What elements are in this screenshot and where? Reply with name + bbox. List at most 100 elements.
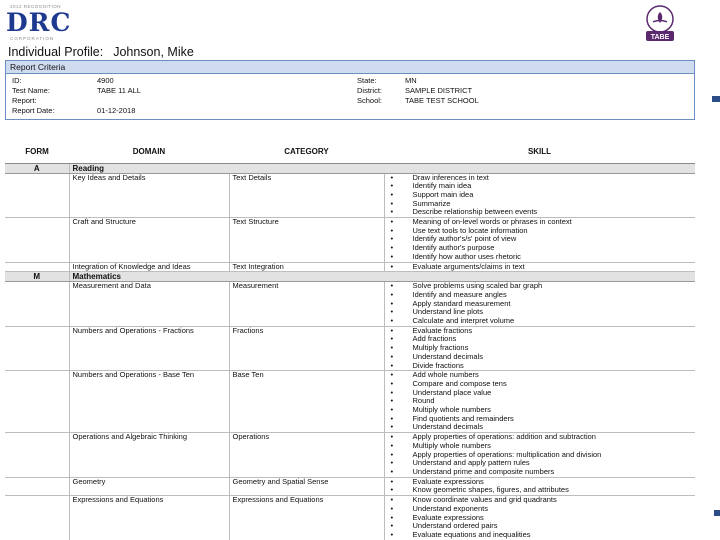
skill-list: Add whole numbersCompare and compose ten… — [388, 371, 693, 432]
skill-item: Understand decimals — [388, 423, 693, 432]
column-header-skill: SKILL — [384, 140, 695, 164]
criteria-row: District: SAMPLE DISTRICT — [357, 86, 479, 96]
criteria-value: TABE TEST SCHOOL — [405, 96, 479, 105]
criteria-value: 01-12-2018 — [97, 106, 136, 115]
form-cell — [5, 432, 70, 478]
criteria-value: 4900 — [97, 76, 114, 85]
side-decoration-bottom — [714, 510, 720, 516]
skill-list: Draw inferences in textIdentify main ide… — [388, 173, 693, 218]
form-cell — [5, 217, 70, 263]
category-cell: Base Ten — [229, 370, 385, 434]
criteria-label: Test Name: — [12, 86, 50, 95]
form-cell — [5, 281, 70, 327]
domain-cell: Expressions and Equations — [69, 495, 230, 540]
logo-subtitle: CORPORATION — [10, 36, 55, 41]
skill-list: Evaluate arguments/claims in text — [388, 262, 693, 272]
criteria-label: State: — [357, 76, 377, 85]
table-header-row: FORM DOMAIN CATEGORY SKILL — [5, 140, 695, 164]
skills-table: FORM DOMAIN CATEGORY SKILL A Reading Key I… — [5, 140, 695, 540]
skill-list: Solve problems using scaled bar graphIde… — [388, 282, 693, 326]
skill-cell: Evaluate expressionsKnow geometric shape… — [384, 477, 695, 497]
domain-cell: Measurement and Data — [69, 281, 230, 327]
skill-cell: Know coordinate values and grid quadrant… — [384, 495, 695, 540]
criteria-right-column: State: MN District: SAMPLE DISTRICT School: T… — [357, 76, 479, 106]
criteria-label: District: — [357, 86, 382, 95]
skill-list: Apply properties of operations: addition… — [388, 432, 693, 477]
table-row: Key Ideas and DetailsText DetailsDraw in… — [5, 173, 695, 219]
section-form: M — [5, 271, 70, 283]
category-cell: Fractions — [229, 326, 385, 372]
category-cell: Operations — [229, 432, 385, 478]
skill-cell: Evaluate fractionsAdd fractionsMultiply … — [384, 326, 695, 372]
skill-item: Evaluate equations and inequalities — [388, 530, 693, 540]
domain-cell: Numbers and Operations - Base Ten — [69, 370, 230, 434]
criteria-label: ID: — [12, 76, 22, 85]
skill-cell: Solve problems using scaled bar graphIde… — [384, 282, 695, 327]
form-cell — [5, 477, 70, 497]
skill-item: Understand prime and composite numbers — [388, 467, 693, 477]
skill-list: Know coordinate values and grid quadrant… — [388, 495, 693, 540]
criteria-row: Report: — [12, 96, 141, 106]
domain-cell: Numbers and Operations - Fractions — [69, 326, 230, 372]
section-form: A — [5, 163, 70, 174]
table-row: Integration of Knowledge and Ideas Text I… — [5, 262, 695, 273]
form-cell — [5, 326, 70, 372]
domain-cell: Geometry — [69, 477, 230, 497]
skill-item: Describe relationship between events — [388, 208, 693, 217]
category-cell: Text Structure — [229, 217, 385, 263]
criteria-row: Report Date: 01-12-2018 — [12, 106, 141, 116]
skill-item: Know geometric shapes, figures, and attr… — [388, 486, 693, 495]
criteria-value: TABE 11 ALL — [97, 86, 141, 95]
skill-item: Calculate and interpret volume — [388, 316, 693, 326]
column-header-category: CATEGORY — [229, 140, 384, 164]
skill-list: Meaning of on-level words or phrases in … — [388, 217, 693, 262]
domain-cell: Integration of Knowledge and Ideas — [69, 262, 230, 273]
skill-cell: Draw inferences in textIdentify main ide… — [384, 173, 695, 219]
table-row: GeometryGeometry and Spatial SenseEvalua… — [5, 477, 695, 497]
criteria-row: ID: 4900 — [12, 76, 141, 86]
domain-cell: Craft and Structure — [69, 217, 230, 263]
domain-cell: Operations and Algebraic Thinking — [69, 432, 230, 478]
skill-cell: Meaning of on-level words or phrases in … — [384, 217, 695, 263]
report-criteria-box: Report Criteria ID: 4900 Test Name: TABE 11… — [5, 60, 695, 120]
form-cell — [5, 262, 70, 273]
section-title: Reading — [69, 163, 695, 174]
column-header-domain: DOMAIN — [69, 140, 229, 164]
skill-list: Evaluate expressionsKnow geometric shape… — [388, 477, 693, 495]
skill-item: Divide fractions — [388, 361, 693, 371]
criteria-row: State: MN — [357, 76, 479, 86]
table-row: Craft and StructureText StructureMeaning… — [5, 217, 695, 263]
criteria-label: Report Date: — [12, 106, 55, 115]
page-title: Individual Profile: Johnson, Mike — [8, 45, 194, 59]
criteria-value: SAMPLE DISTRICT — [405, 86, 473, 95]
drc-logo: 2012 RECOGNITION DRC CORPORATION — [6, 4, 88, 42]
tabe-logo: TABE — [646, 5, 674, 41]
form-cell — [5, 370, 70, 434]
section-row: M Mathematics — [5, 271, 695, 283]
criteria-left-column: ID: 4900 Test Name: TABE 11 ALL Report: Repor… — [12, 76, 141, 116]
criteria-label: School: — [357, 96, 383, 105]
side-decoration — [712, 96, 720, 102]
table-row: Numbers and Operations - Base Ten Base Te… — [5, 370, 695, 434]
criteria-row: Test Name: TABE 11 ALL — [12, 86, 141, 96]
category-cell: Geometry and Spatial Sense — [229, 477, 385, 497]
tabe-logo-text: TABE — [651, 34, 670, 41]
form-cell — [5, 495, 70, 540]
skill-cell: Apply properties of operations: addition… — [384, 432, 695, 478]
category-cell: Text Details — [229, 173, 385, 219]
section-title: Mathematics — [69, 271, 695, 283]
table-row: Numbers and Operations - Fractions Fracti… — [5, 326, 695, 372]
column-header-form: FORM — [5, 140, 69, 164]
table-row: Operations and Algebraic Thinking Operati… — [5, 432, 695, 478]
report-criteria-header: Report Criteria — [6, 61, 694, 74]
form-cell — [5, 173, 70, 219]
skill-cell: Evaluate arguments/claims in text — [384, 262, 695, 273]
skill-cell: Add whole numbersCompare and compose ten… — [384, 371, 695, 434]
skill-list: Evaluate fractionsAdd fractionsMultiply … — [388, 326, 693, 371]
skill-item: Evaluate arguments/claims in text — [388, 262, 693, 272]
category-cell: Measurement — [229, 281, 385, 327]
student-name: Johnson, Mike — [113, 45, 194, 59]
criteria-label: Report: — [12, 96, 37, 105]
category-cell: Expressions and Equations — [229, 495, 385, 540]
section-row: A Reading — [5, 163, 695, 174]
